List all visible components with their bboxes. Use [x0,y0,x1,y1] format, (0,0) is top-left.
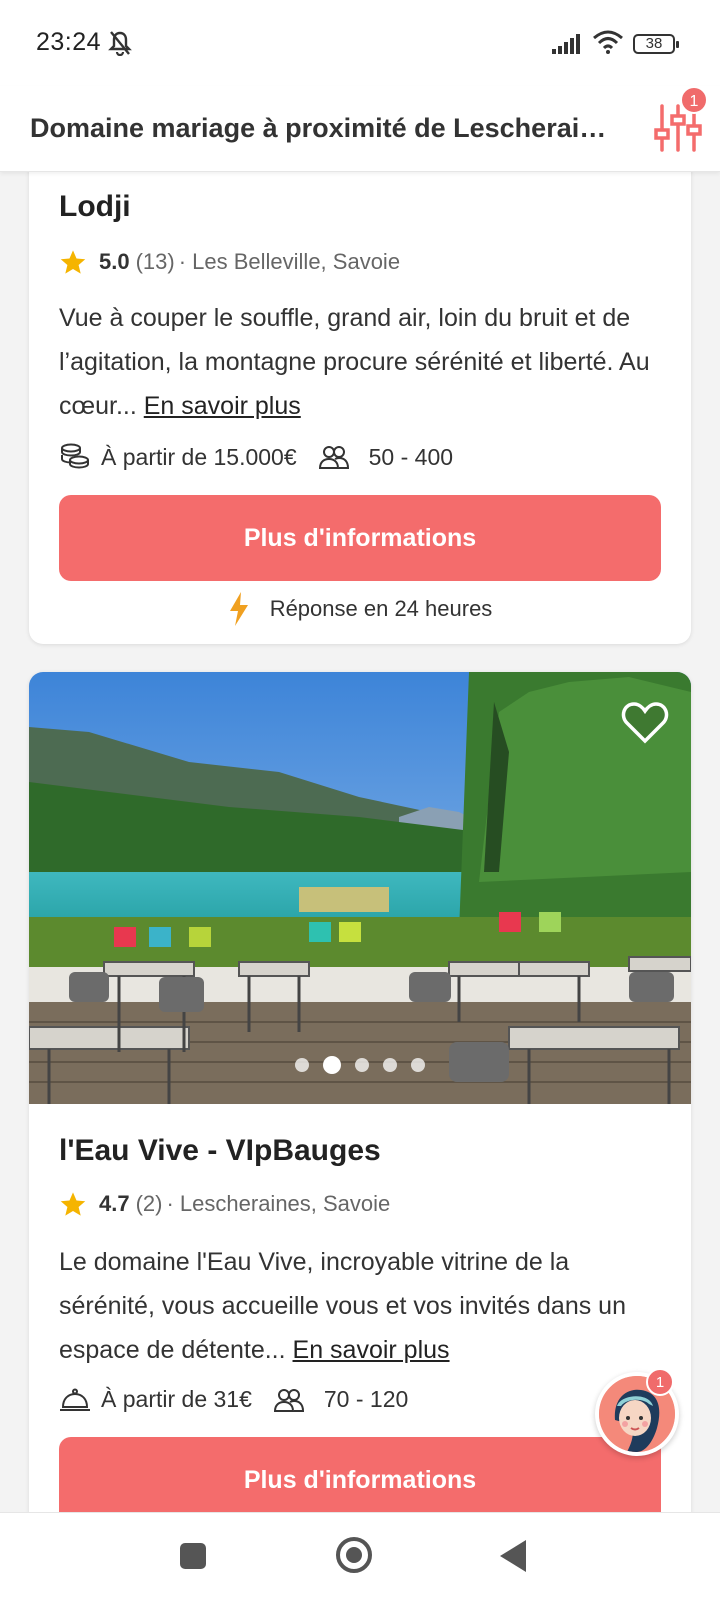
venue-card[interactable]: l'Eau Vive - VIpBauges 4.7 (2) · Lescher… [29,672,691,1512]
response-text: Réponse en 24 heures [269,596,493,621]
system-nav-bar [0,1512,720,1600]
guests-range: 70 - 120 [323,1386,409,1412]
read-more-link[interactable]: En savoir plus [293,1336,450,1364]
filter-count-badge: 1 [680,86,708,114]
price-text: À partir de 31€ [101,1386,252,1412]
coins-icon [61,443,89,469]
people-icon [318,446,349,469]
carousel-dot-active[interactable] [323,1056,341,1074]
carousel-dot[interactable] [383,1058,397,1072]
photo-carousel-dots[interactable] [29,1056,691,1074]
back-button[interactable] [500,1540,526,1572]
venue-location: · Lescheraines, Savoie [166,1191,391,1216]
app-header: Domaine mariage à proximité de Lescherai… [0,86,720,172]
favorite-heart-icon[interactable] [621,700,669,744]
bell-off-icon [108,31,132,56]
page-title: Domaine mariage à proximité de Lescherai… [30,113,620,143]
price-text: À partir de 15.000€ [101,443,297,470]
venue-photo[interactable] [29,672,691,1104]
home-button[interactable] [336,1537,372,1573]
more-info-button[interactable]: Plus d'informations [59,1437,661,1512]
venue-description: Le domaine l'Eau Vive, incroyable vitrin… [59,1240,669,1372]
wifi-icon [593,30,623,54]
signal-icon [552,34,580,54]
carousel-dot[interactable] [295,1058,309,1072]
cloche-icon [60,1388,90,1411]
review-count: (13) [135,249,175,274]
carousel-dot[interactable] [355,1058,369,1072]
meta-row: À partir de 31€ 70 - 120 [59,1386,408,1413]
read-more-link[interactable]: En savoir plus [144,392,301,420]
rating-row: 4.7 (2) · Lescheraines, Savoie [59,1190,390,1218]
venue-name[interactable]: Lodji [59,190,131,224]
battery-indicator: 38 [633,34,679,54]
guests-range: 50 - 400 [368,443,454,470]
guests-info: 70 - 120 [273,1386,409,1413]
review-count: (2) [135,1191,163,1216]
results-list[interactable]: Lodji 5.0 (13) · Les Belleville, Savoie … [0,172,720,1512]
star-icon [60,1192,86,1216]
chat-notification-badge: 1 [646,1368,674,1396]
guests-info: 50 - 400 [318,443,454,471]
recents-button[interactable] [180,1543,206,1569]
rating-score: 4.7 [99,1191,130,1216]
response-time: Réponse en 24 heures [29,592,691,626]
venue-description: Vue à couper le souffle, grand air, loin… [59,296,669,428]
status-bar: 23:24 38 [0,0,720,86]
lightning-icon [229,592,248,626]
rating-score: 5.0 [99,249,130,274]
meta-row: À partir de 15.000€ 50 - 400 [59,442,453,472]
people-icon [273,1388,304,1412]
venue-name[interactable]: l'Eau Vive - VIpBauges [59,1134,381,1168]
venue-location: · Les Belleville, Savoie [178,249,401,274]
rating-row: 5.0 (13) · Les Belleville, Savoie [59,248,400,276]
star-icon [60,250,86,274]
venue-card[interactable]: Lodji 5.0 (13) · Les Belleville, Savoie … [29,172,691,644]
lake-photo-illustration [29,672,691,1104]
more-info-button[interactable]: Plus d'informations [59,495,661,581]
carousel-dot[interactable] [411,1058,425,1072]
status-time: 23:24 [36,28,102,56]
